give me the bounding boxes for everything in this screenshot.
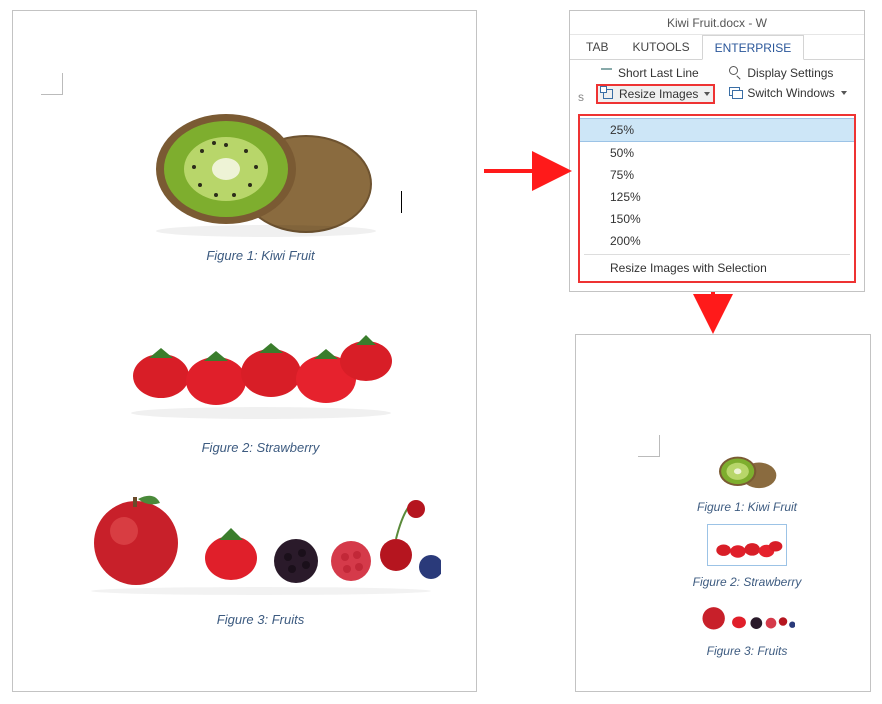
figure-3-block-small: Figure 3: Fruits (636, 599, 858, 658)
arrow-right (482, 156, 578, 186)
tab-kutools[interactable]: KUTOOLS (620, 35, 701, 59)
figure-3-image[interactable] (81, 473, 441, 603)
figure-2-block-small: Figure 2: Strawberry (636, 524, 858, 589)
document-page-original: Figure 1: Kiwi Fruit Figure 2: Strawberr… (12, 10, 477, 692)
menu-separator (584, 254, 850, 255)
figure-2-image[interactable] (111, 281, 411, 431)
arrow-down (698, 290, 728, 340)
page-margin-corner (41, 73, 63, 95)
switch-windows-label: Switch Windows (747, 86, 834, 100)
figure-3-caption-small: Figure 3: Fruits (636, 644, 858, 658)
kiwi-fruit-image (711, 449, 783, 491)
figure-1-block: Figure 1: Kiwi Fruit (63, 89, 458, 263)
figure-2-image-small[interactable] (707, 524, 787, 566)
strawberry-image (708, 525, 786, 565)
figure-3-image-small[interactable] (699, 599, 795, 635)
strawberry-image (111, 281, 411, 431)
figure-1-caption-small: Figure 1: Kiwi Fruit (636, 500, 858, 514)
figure-2-block: Figure 2: Strawberry (63, 281, 458, 455)
resize-images-button[interactable]: Resize Images (596, 84, 715, 104)
short-last-line-label: Short Last Line (618, 66, 699, 80)
figure-1-image-small[interactable] (711, 449, 783, 491)
page-margin-corner (638, 435, 660, 457)
figure-1-caption: Figure 1: Kiwi Fruit (63, 248, 458, 263)
figure-2-caption-small: Figure 2: Strawberry (636, 575, 858, 589)
resize-dropdown-highlight: 25% 50% 75% 125% 150% 200% Resize Images… (578, 114, 856, 283)
switch-windows-icon (729, 86, 743, 100)
chevron-down-icon (704, 92, 710, 96)
kiwi-fruit-image (126, 89, 396, 239)
fruits-row-image (699, 599, 795, 635)
ribbon-group-stub: s (578, 64, 586, 104)
ribbon-tabs: TAB KUTOOLS ENTERPRISE (570, 35, 864, 60)
document-page-resized: Figure 1: Kiwi Fruit Figure 2: Strawberr… (575, 334, 871, 692)
ribbon-panel: Kiwi Fruit.docx - W TAB KUTOOLS ENTERPRI… (569, 10, 865, 292)
resize-option-125[interactable]: 125% (580, 186, 854, 208)
fruits-row-image (81, 473, 441, 603)
resize-option-25[interactable]: 25% (580, 118, 854, 142)
text-cursor (401, 191, 402, 213)
display-settings-button[interactable]: Display Settings (725, 64, 850, 82)
figure-3-block: Figure 3: Fruits (63, 473, 458, 627)
figure-1-image[interactable] (126, 89, 396, 239)
tab-generic[interactable]: TAB (574, 35, 620, 59)
resize-dropdown-menu: 25% 50% 75% 125% 150% 200% Resize Images… (580, 116, 854, 281)
switch-windows-button[interactable]: Switch Windows (725, 84, 850, 102)
ribbon-body: s Short Last Line Resize Images Display … (570, 60, 864, 114)
resize-option-with-selection[interactable]: Resize Images with Selection (580, 257, 854, 279)
short-last-line-icon (600, 66, 614, 80)
figure-1-block-small: Figure 1: Kiwi Fruit (636, 449, 858, 514)
resize-option-200[interactable]: 200% (580, 230, 854, 252)
display-settings-label: Display Settings (747, 66, 833, 80)
figure-3-caption: Figure 3: Fruits (63, 612, 458, 627)
magnifier-icon (729, 66, 743, 80)
resize-images-label: Resize Images (619, 87, 698, 101)
chevron-down-icon (841, 91, 847, 95)
short-last-line-button[interactable]: Short Last Line (596, 64, 715, 82)
window-title: Kiwi Fruit.docx - W (570, 11, 864, 35)
resize-option-75[interactable]: 75% (580, 164, 854, 186)
tab-enterprise[interactable]: ENTERPRISE (702, 35, 805, 60)
resize-images-icon (601, 87, 615, 101)
resize-option-150[interactable]: 150% (580, 208, 854, 230)
figure-2-caption: Figure 2: Strawberry (63, 440, 458, 455)
resize-option-50[interactable]: 50% (580, 142, 854, 164)
